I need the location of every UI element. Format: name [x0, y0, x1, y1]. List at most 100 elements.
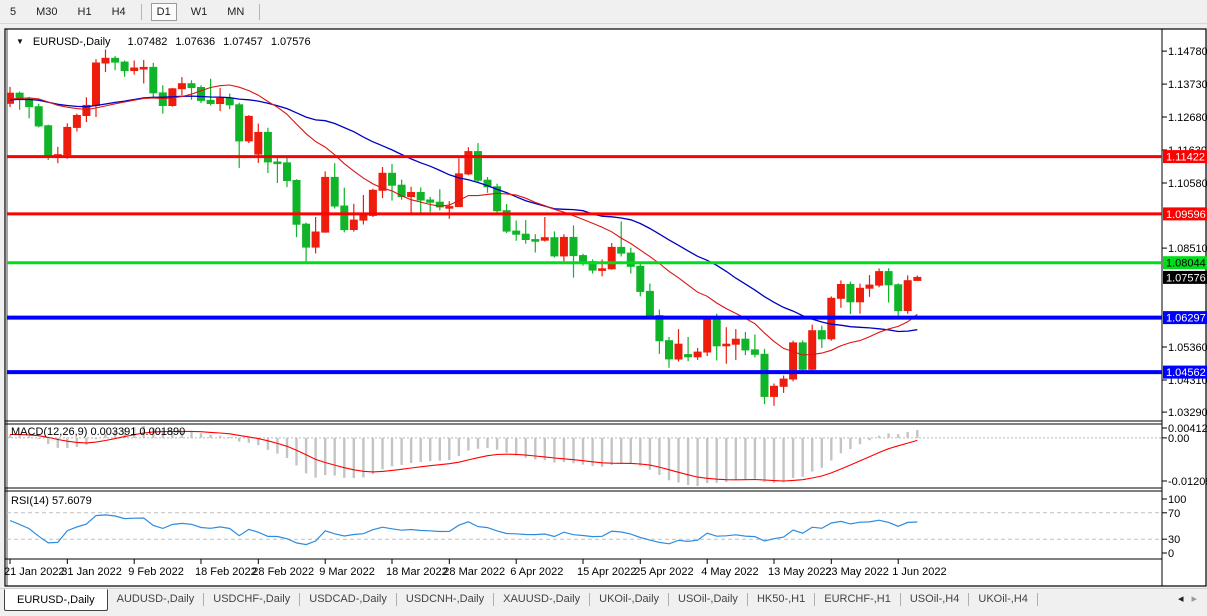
tab-eurusd-daily[interactable]: EURUSD-,Daily [4, 589, 108, 611]
tab-scroll-arrows: ◂▸ [1168, 589, 1207, 608]
candle-body [580, 256, 587, 262]
tab-scroll-right-icon[interactable]: ▸ [1191, 592, 1197, 605]
candle-body [608, 247, 615, 268]
tab-usoil-h4[interactable]: USOil-,H4 [901, 589, 969, 609]
level-price-label-text: 1.06297 [1166, 313, 1206, 325]
candle-body [284, 163, 291, 181]
date-tick-label: 18 Feb 2022 [195, 566, 257, 578]
candle-body [522, 234, 529, 239]
candle-body [637, 266, 644, 291]
tab-usoil-daily[interactable]: USOil-,Daily [669, 589, 747, 609]
candle-body [226, 99, 233, 105]
candle-body [560, 237, 567, 256]
candle-body [331, 177, 338, 206]
tab-ukoil-daily[interactable]: UKOil-,Daily [590, 589, 668, 609]
ohlc-close: 1.07576 [271, 36, 311, 48]
ohlc-low: 1.07457 [223, 36, 263, 48]
candle-body [35, 107, 42, 126]
tab-audusd-daily[interactable]: AUDUSD-,Daily [108, 589, 204, 609]
tab-separator [1037, 593, 1038, 606]
symbol-tab-bar: EURUSD-,DailyAUDUSD-,DailyUSDCHF-,DailyU… [0, 588, 1207, 616]
candle-body [408, 193, 415, 197]
candle-body [818, 331, 825, 339]
candle-body [178, 84, 185, 89]
date-tick-label: 1 Jun 2022 [892, 566, 946, 578]
candle-body [685, 355, 692, 357]
candle-body [303, 224, 310, 247]
tab-xauusd-daily[interactable]: XAUUSD-,Daily [494, 589, 589, 609]
tab-usdcad-daily[interactable]: USDCAD-,Daily [300, 589, 396, 609]
candle-body [532, 240, 539, 242]
tab-usdcnh-daily[interactable]: USDCNH-,Daily [397, 589, 493, 609]
tab-ukoil-h4[interactable]: UKOil-,H4 [969, 589, 1037, 609]
candle-body [341, 206, 348, 230]
candle-body [646, 291, 653, 315]
ohlc-high: 1.07636 [175, 36, 215, 48]
candle-body [694, 352, 701, 357]
date-tick-label: 18 Mar 2022 [386, 566, 448, 578]
rsi-tick-label: 70 [1168, 508, 1180, 520]
price-tick-label: 1.03290 [1168, 407, 1207, 419]
rsi-tick-label: 0 [1168, 548, 1174, 560]
macd-min-label: -0.012091 [1168, 476, 1207, 488]
candle-body [121, 62, 128, 71]
price-tick-label: 1.12680 [1168, 112, 1207, 124]
tab-usdchf-daily[interactable]: USDCHF-,Daily [204, 589, 299, 609]
candle-body [627, 253, 634, 266]
candle-body [895, 285, 902, 311]
level-price-label: 1.04562 [1163, 366, 1207, 380]
chart-canvas: 1.147801.137301.126801.116301.105801.085… [0, 0, 1207, 615]
chart-symbol: EURUSD-,Daily [33, 36, 111, 48]
candle-body [93, 63, 100, 105]
level-price-label: 1.06297 [1163, 311, 1207, 325]
price-tick-label: 1.05360 [1168, 342, 1207, 354]
candle-body [809, 331, 816, 370]
candle-body [102, 58, 109, 63]
candle-body [45, 126, 52, 156]
rsi-indicator-label: RSI(14) 57.6079 [11, 495, 92, 507]
date-tick-label: 15 Apr 2022 [577, 566, 636, 578]
candle-body [761, 354, 768, 396]
chart-menu-triangle-icon[interactable]: ▼ [16, 37, 24, 46]
candle-body [513, 231, 520, 234]
level-price-label-text: 1.08044 [1166, 258, 1206, 270]
candle-body [551, 238, 558, 256]
level-price-label: 1.09596 [1163, 207, 1207, 221]
candle-body [274, 162, 281, 164]
candle-body [7, 93, 14, 103]
candle-body [465, 152, 472, 174]
level-price-label: 1.08044 [1163, 256, 1207, 270]
candle-body [427, 200, 434, 202]
candle-body [64, 127, 71, 154]
candle-body [675, 344, 682, 359]
candle-body [570, 237, 577, 255]
candle-body [837, 285, 844, 299]
date-tick-label: 25 Apr 2022 [634, 566, 693, 578]
candle-body [312, 232, 319, 247]
candle-body [350, 220, 357, 229]
candle-body [446, 207, 453, 209]
tab-scroll-left-icon[interactable]: ◂ [1178, 592, 1184, 605]
candle-body [618, 247, 625, 253]
candle-body [732, 339, 739, 344]
candle-body [207, 100, 214, 103]
candle-body [541, 238, 548, 241]
price-tick-label: 1.08510 [1168, 243, 1207, 255]
ohlc-open: 1.07482 [128, 36, 168, 48]
candle-body [140, 67, 147, 69]
candle-body [217, 99, 224, 104]
tab-hk50-h1[interactable]: HK50-,H1 [748, 589, 814, 609]
tab-eurchf-h1[interactable]: EURCHF-,H1 [815, 589, 900, 609]
price-tick-label: 1.13730 [1168, 79, 1207, 91]
current-price-label-text: 1.07576 [1166, 272, 1206, 284]
candle-body [150, 67, 157, 92]
date-tick-label: 21 Jan 2022 [4, 566, 65, 578]
candle-body [799, 343, 806, 369]
price-tick-label: 1.10580 [1168, 178, 1207, 190]
candle-body [599, 269, 606, 271]
chart-title: ▼ EURUSD-,Daily 1.07482 1.07636 1.07457 … [16, 35, 311, 48]
date-tick-label: 9 Mar 2022 [319, 566, 375, 578]
candle-body [112, 58, 119, 62]
level-price-label-text: 1.09596 [1166, 209, 1206, 221]
candle-body [322, 177, 329, 232]
